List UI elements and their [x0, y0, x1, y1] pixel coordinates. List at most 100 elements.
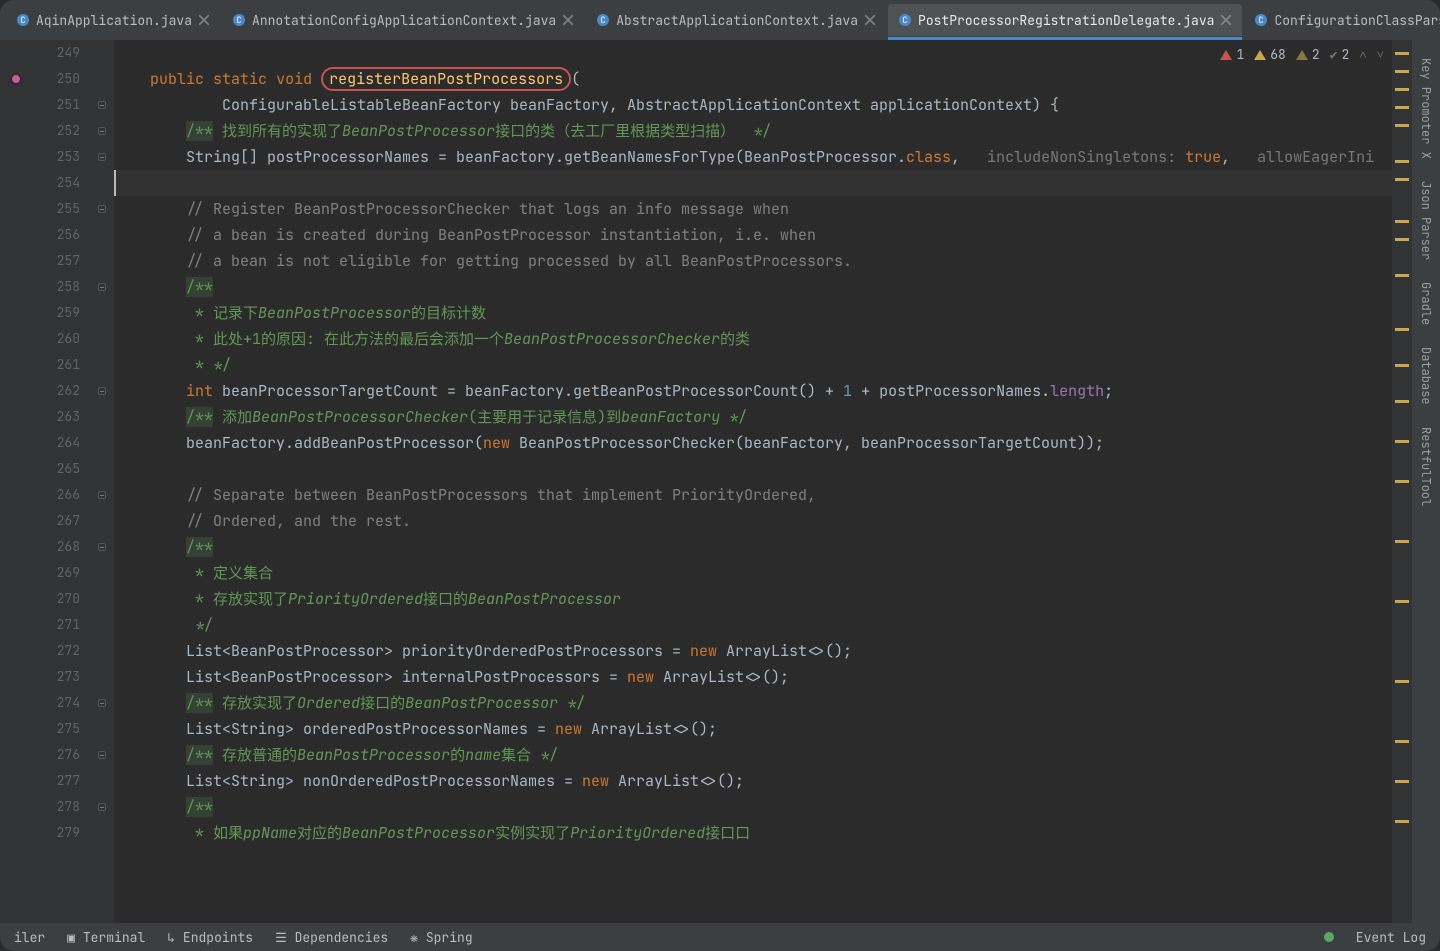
code-line[interactable]: // a bean is created during BeanPostProc…: [114, 222, 1392, 248]
fold-toggle-icon[interactable]: [98, 101, 106, 109]
editor-tab[interactable]: CAbstractApplicationContext.java: [586, 4, 886, 36]
code-line[interactable]: String[] postProcessorNames = beanFactor…: [114, 144, 1392, 170]
line-number[interactable]: 271: [32, 612, 80, 638]
fold-toggle-icon[interactable]: [98, 751, 106, 759]
inspection-summary[interactable]: 1 68 2 ✔2 ˄ ˅: [1220, 46, 1384, 63]
code-line[interactable]: public static void registerBeanPostProce…: [114, 66, 1392, 92]
fold-toggle-icon[interactable]: [98, 543, 106, 551]
line-number[interactable]: 276: [32, 742, 80, 768]
fold-toggle-icon[interactable]: [98, 803, 106, 811]
line-number[interactable]: 260: [32, 326, 80, 352]
code-line[interactable]: /**: [114, 534, 1392, 560]
code-line[interactable]: [114, 456, 1392, 482]
line-number[interactable]: 267: [32, 508, 80, 534]
code-line[interactable]: List<BeanPostProcessor> internalPostProc…: [114, 664, 1392, 690]
toolwindow-truncated[interactable]: iler: [14, 929, 45, 946]
code-line[interactable]: * 此处+1的原因: 在此方法的最后会添加一个BeanPostProcessor…: [114, 326, 1392, 352]
fold-toggle-icon[interactable]: [98, 153, 106, 161]
line-number[interactable]: 252: [32, 118, 80, 144]
code-line[interactable]: /**: [114, 794, 1392, 820]
toolwindow-restfultool[interactable]: RestfulTool: [1418, 427, 1434, 506]
stripe-warning-mark[interactable]: [1395, 106, 1409, 109]
line-number[interactable]: 254: [32, 170, 80, 196]
stripe-warning-mark[interactable]: [1395, 238, 1409, 241]
line-number[interactable]: 253: [32, 144, 80, 170]
toolwindow-dependencies[interactable]: ☰ Dependencies: [275, 929, 388, 946]
line-number[interactable]: 257: [32, 248, 80, 274]
code-line[interactable]: /** 存放实现了Ordered接口的BeanPostProcessor */: [114, 690, 1392, 716]
line-number[interactable]: 269: [32, 560, 80, 586]
line-number[interactable]: 264: [32, 430, 80, 456]
line-number[interactable]: 275: [32, 716, 80, 742]
stripe-warning-mark[interactable]: [1395, 52, 1409, 55]
line-number[interactable]: 268: [32, 534, 80, 560]
stripe-warning-mark[interactable]: [1395, 274, 1409, 277]
stripe-warning-mark[interactable]: [1395, 540, 1409, 543]
close-icon[interactable]: [1220, 14, 1232, 26]
stripe-warning-mark[interactable]: [1395, 400, 1409, 403]
fold-toggle-icon[interactable]: [98, 387, 106, 395]
close-icon[interactable]: [198, 14, 210, 26]
code-line[interactable]: * 如果ppName对应的BeanPostProcessor实例实现了Prior…: [114, 820, 1392, 846]
editor-tab[interactable]: CAqinApplication.java: [6, 4, 220, 36]
stripe-warning-mark[interactable]: [1395, 820, 1409, 823]
stripe-warning-mark[interactable]: [1395, 740, 1409, 743]
stripe-warning-mark[interactable]: [1395, 178, 1409, 181]
line-number[interactable]: 262: [32, 378, 80, 404]
code-line[interactable]: // a bean is not eligible for getting pr…: [114, 248, 1392, 274]
stripe-warning-mark[interactable]: [1395, 440, 1409, 443]
line-number[interactable]: 279: [32, 820, 80, 846]
code-line[interactable]: * 记录下BeanPostProcessor的目标计数: [114, 300, 1392, 326]
fold-toggle-icon[interactable]: [98, 699, 106, 707]
toolwindow-gradle[interactable]: Gradle: [1418, 282, 1434, 325]
code-line[interactable]: * */: [114, 352, 1392, 378]
stripe-warning-mark[interactable]: [1395, 600, 1409, 603]
close-icon[interactable]: [562, 14, 574, 26]
implements-gutter-icon[interactable]: [10, 73, 22, 85]
fold-toggle-icon[interactable]: [98, 127, 106, 135]
code-line[interactable]: ConfigurableListableBeanFactory beanFact…: [114, 92, 1392, 118]
fold-toggle-icon[interactable]: [98, 283, 106, 291]
stripe-warning-mark[interactable]: [1395, 124, 1409, 127]
code-line[interactable]: // Separate between BeanPostProcessors t…: [114, 482, 1392, 508]
code-line[interactable]: [114, 40, 1392, 66]
code-line[interactable]: /**: [114, 274, 1392, 300]
line-number[interactable]: 261: [32, 352, 80, 378]
stripe-warning-mark[interactable]: [1395, 780, 1409, 783]
code-line[interactable]: List<String> orderedPostProcessorNames =…: [114, 716, 1392, 742]
inspection-up-icon[interactable]: ˄: [1359, 46, 1366, 63]
code-line[interactable]: /** 添加BeanPostProcessorChecker(主要用于记录信息)…: [114, 404, 1392, 430]
stripe-warning-mark[interactable]: [1395, 364, 1409, 367]
toolwindow-terminal[interactable]: ▣ Terminal: [67, 929, 145, 946]
line-number[interactable]: 259: [32, 300, 80, 326]
code-line[interactable]: // Register BeanPostProcessorChecker tha…: [114, 196, 1392, 222]
toolwindow-spring[interactable]: ❋ Spring: [410, 929, 472, 946]
code-line[interactable]: /** 找到所有的实现了BeanPostProcessor接口的类（去工厂里根据…: [114, 118, 1392, 144]
stripe-warning-mark[interactable]: [1395, 220, 1409, 223]
code-line[interactable]: */: [114, 612, 1392, 638]
line-number[interactable]: 278: [32, 794, 80, 820]
line-number[interactable]: 263: [32, 404, 80, 430]
line-number[interactable]: 270: [32, 586, 80, 612]
error-stripe[interactable]: [1392, 40, 1412, 923]
stripe-warning-mark[interactable]: [1395, 160, 1409, 163]
toolwindow-database[interactable]: Database: [1418, 347, 1434, 405]
line-number[interactable]: 273: [32, 664, 80, 690]
editor-tab[interactable]: CConfigurationClassParser.j: [1244, 4, 1440, 36]
event-log-button[interactable]: Event Log: [1356, 929, 1426, 946]
inspection-down-icon[interactable]: ˅: [1377, 46, 1384, 63]
stripe-warning-mark[interactable]: [1395, 680, 1409, 683]
line-number[interactable]: 251: [32, 92, 80, 118]
line-number[interactable]: 272: [32, 638, 80, 664]
code-line[interactable]: List<String> nonOrderedPostProcessorName…: [114, 768, 1392, 794]
editor-tab[interactable]: CAnnotationConfigApplicationContext.java: [222, 4, 584, 36]
toolwindow-json-parser[interactable]: Json Parser: [1418, 181, 1434, 260]
toolwindow-key-promoter-x[interactable]: Key Promoter X: [1418, 58, 1434, 159]
line-number[interactable]: 255: [32, 196, 80, 222]
line-number[interactable]: 274: [32, 690, 80, 716]
line-number[interactable]: 258: [32, 274, 80, 300]
stripe-warning-mark[interactable]: [1395, 328, 1409, 331]
editor-tab[interactable]: CPostProcessorRegistrationDelegate.java: [888, 4, 1242, 36]
code-line[interactable]: int beanProcessorTargetCount = beanFacto…: [114, 378, 1392, 404]
stripe-warning-mark[interactable]: [1395, 70, 1409, 73]
